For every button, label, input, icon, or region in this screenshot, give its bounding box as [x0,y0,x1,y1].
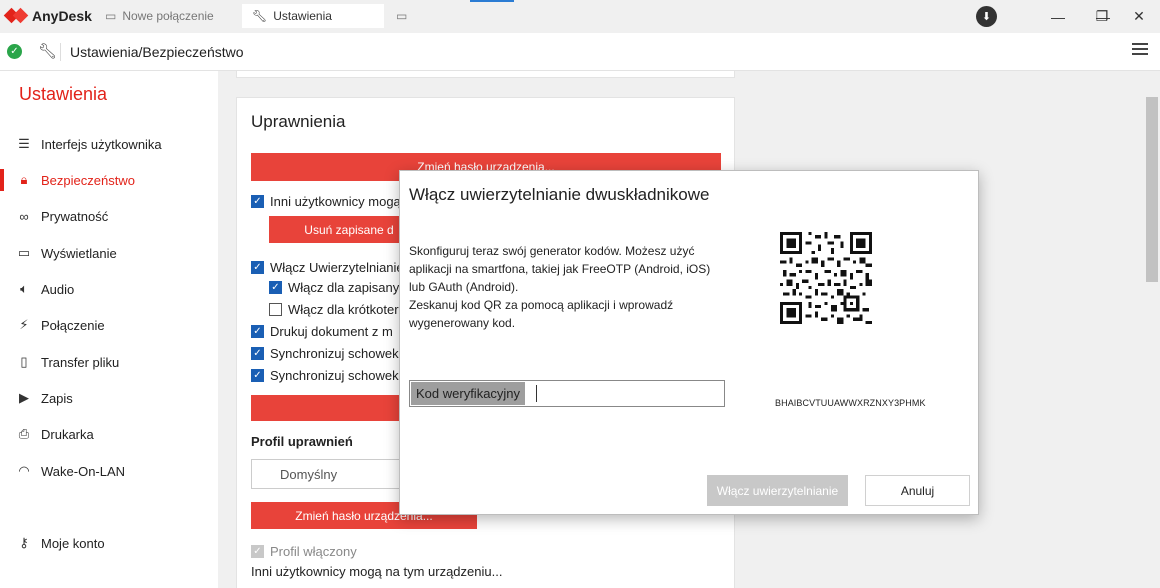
wrench-icon: 🔧︎ [38,43,58,60]
checkbox-2fa-short-row[interactable]: Włącz dla krótkoter [269,302,399,317]
download-icon[interactable]: ⬇ [976,6,997,27]
tab-label: Ustawienia [273,9,332,23]
anydesk-logo-icon [3,7,29,25]
checkbox-label: Włącz dla krótkoter [288,302,399,317]
app-logo: AnyDesk [3,7,92,25]
sidebar: Ustawienia ☰ Interfejs użytkownika 🔒︎ Be… [0,71,218,588]
printer-icon: ⎙ [18,426,30,441]
tab-settings[interactable]: 🔧︎ Ustawienia [242,4,384,28]
sidebar-item-display[interactable]: ▭ Wyświetlanie [0,238,218,268]
sidebar-item-privacy[interactable]: ∞ Prywatność [0,201,218,231]
sidebar-item-printer[interactable]: ⎙ Drukarka [0,419,218,449]
divider [60,43,61,61]
checkbox-label: Drukuj dokument z m [270,324,393,339]
status-ok-icon: ✓ [7,44,22,59]
enable-2fa-button[interactable]: Włącz uwierzytelnianie [707,475,848,506]
footer-text: Inni użytkownicy mogą na tym urządzeniu.… [251,564,503,579]
sidebar-item-label: Wake-On-LAN [41,463,126,479]
file-icon: ▯ [20,354,28,369]
checkbox-label: Inni użytkownicy mogą [270,194,401,209]
wrench-icon: 🔧︎ [252,9,268,23]
verification-code-input[interactable]: Kod weryfikacyjny [409,380,725,407]
checkbox-clipboard2-row[interactable]: ✓ Synchronizuj schowek [251,368,399,383]
checkbox: ✓ [251,545,264,558]
speaker-icon: 🔈︎ [20,281,28,296]
dialog-description: Skonfiguruj teraz swój generator kodów. … [409,244,711,330]
sidebar-item-label: Połączenie [41,317,105,333]
breadcrumb: Ustawienia/Bezpieczeństwo [70,44,244,60]
tab-label: Nowe połączenie [122,9,214,23]
checkbox[interactable] [269,303,282,316]
sidebar-item-label: Bezpieczeństwo [41,172,135,188]
tab-new-connection[interactable]: ▭ Nowe połączenie [95,4,237,28]
checkbox[interactable]: ✓ [251,195,264,208]
close-button[interactable]: ✕ [1116,0,1160,33]
app-name: AnyDesk [32,8,92,24]
checkbox-print-row[interactable]: ✓ Drukuj dokument z m [251,324,393,339]
cancel-button[interactable]: Anuluj [865,475,970,506]
sidebar-item-interface[interactable]: ☰ Interfejs użytkownika [0,129,218,159]
secret-key: BHAIBCVTUUAWWXRZNXY3PHMK [775,398,926,408]
sidebar-item-wake-on-lan[interactable]: ◠ Wake-On-LAN [0,456,218,486]
checkbox[interactable]: ✓ [251,369,264,382]
checkbox-2fa-saved-row[interactable]: ✓ Włącz dla zapisanyc [269,280,406,295]
key-icon: ⚷ [19,535,29,550]
checkbox-others-row[interactable]: ✓ Inni użytkownicy mogą [251,194,401,209]
tab-indicator [470,0,514,2]
sidebar-item-label: Transfer pliku [41,354,120,370]
sidebar-item-label: Wyświetlanie [41,245,117,261]
checkbox-profile-enabled-row: ✓ Profil włączony [251,544,357,559]
sidebar-item-connection[interactable]: ⚡︎ Połączenie [0,310,218,340]
new-tab-icon: ▭ [396,9,408,23]
profile-label: Profil uprawnień [251,434,353,449]
sidebar-item-security[interactable]: 🔒︎ Bezpieczeństwo [0,165,218,195]
checkbox-label: Włącz dla zapisanyc [288,280,406,295]
menu-icon[interactable] [1132,43,1148,59]
sidebar-item-label: Drukarka [41,426,94,442]
checkbox-label: Profil włączony [270,544,357,559]
sidebar-title: Ustawienia [19,84,108,104]
play-icon: ▶︎ [19,390,29,405]
panel-title: Uprawnienia [251,112,346,131]
text-cursor [536,385,537,402]
sidebar-item-label: Moje konto [41,535,105,551]
checkbox-clipboard1-row[interactable]: ✓ Synchronizuj schowek [251,346,399,361]
checkbox-label: Synchronizuj schowek [270,346,399,361]
checkbox-label: Synchronizuj schowek [270,368,399,383]
title-bar: AnyDesk ▭ Nowe połączenie 🔧︎ Ustawienia … [0,0,1160,33]
sidebar-item-audio[interactable]: 🔈︎ Audio [0,274,218,304]
sidebar-item-recording[interactable]: ▶︎ Zapis [0,383,218,413]
sidebar-item-file-transfer[interactable]: ▯ Transfer pliku [0,347,218,377]
checkbox-label: Włącz Uwierzytelnianie [270,260,404,275]
sidebar-item-label: Prywatność [41,208,109,224]
checkbox-2fa-row[interactable]: ✓ Włącz Uwierzytelnianie [251,260,404,275]
sidebar-item-label: Zapis [41,390,73,406]
checkbox[interactable]: ✓ [251,325,264,338]
checkbox[interactable]: ✓ [269,281,282,294]
minimize-button-real[interactable]: — [1035,0,1081,33]
previous-panel [236,71,735,78]
scrollbar-thumb[interactable] [1146,97,1158,282]
lock-icon: 🔒︎ [20,172,28,187]
wifi-icon: ◠ [18,463,30,478]
two-factor-dialog: Włącz uwierzytelnianie dwuskładnikowe Sk… [399,170,979,515]
address-bar: ✓ 🔧︎ Ustawienia/Bezpieczeństwo [0,33,1160,71]
qr-code-icon [780,232,872,324]
sidebar-item-label: Audio [41,281,75,297]
new-tab-button[interactable]: ▭ [386,4,416,28]
monitor-icon: ▭ [17,245,31,260]
checkbox[interactable]: ✓ [251,261,264,274]
dialog-title: Włącz uwierzytelnianie dwuskładnikowe [409,185,710,204]
monitor-icon: ▭ [105,9,117,23]
checkbox[interactable]: ✓ [251,347,264,360]
profile-select[interactable]: Domyślny [251,459,401,489]
plug-icon: ⚡︎ [19,317,29,332]
sidebar-item-my-account[interactable]: ⚷ Moje konto [0,528,218,558]
glasses-icon: ∞ [19,208,29,224]
code-placeholder: Kod weryfikacyjny [411,382,526,405]
list-icon: ☰ [18,136,30,151]
sidebar-item-label: Interfejs użytkownika [41,136,162,152]
